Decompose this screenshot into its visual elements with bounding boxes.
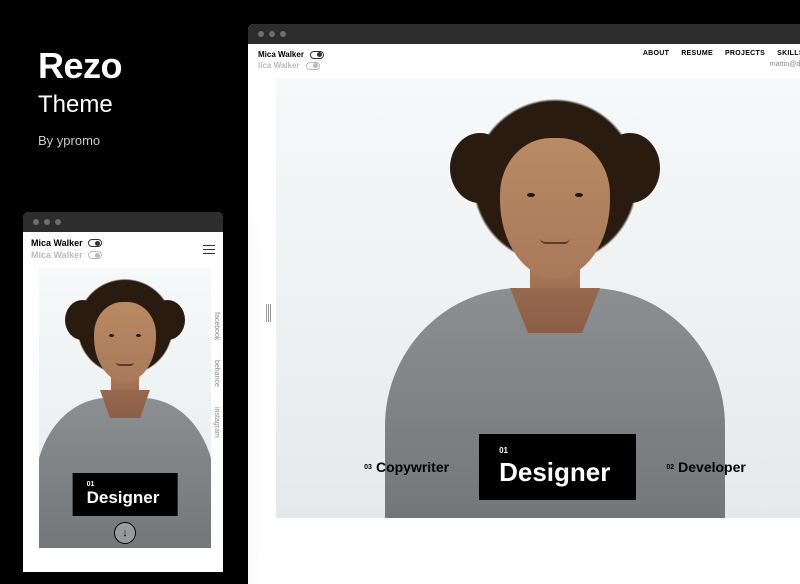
desktop-preview-window: Mica Walker lica Walker ABOUT RESUME PRO… <box>248 24 800 584</box>
social-facebook[interactable]: facebook <box>213 312 220 340</box>
window-titlebar <box>248 24 800 44</box>
theme-toggle-icon[interactable] <box>310 51 324 59</box>
arrow-down-icon: ↓ <box>122 527 128 539</box>
brand-name-echo: Mica Walker <box>31 250 83 260</box>
product-name: Rezo <box>38 45 122 87</box>
brand-name-echo: lica Walker <box>258 61 300 70</box>
product-subtitle: Theme <box>38 91 122 119</box>
brand-row[interactable]: Mica Walker <box>258 50 324 59</box>
role-number: 01 <box>87 481 160 488</box>
theme-toggle-icon[interactable] <box>88 239 102 247</box>
roles-row: 03 Copywriter 01 Designer 02 Developer <box>276 434 800 500</box>
theme-toggle-icon <box>88 251 102 259</box>
brand-row-echo: Mica Walker <box>31 250 102 260</box>
role-label: Designer <box>499 457 610 487</box>
product-title-block: Rezo Theme By ypromo <box>38 45 122 148</box>
role-number: 02 <box>666 464 674 471</box>
role-designer[interactable]: 01 Designer <box>73 473 178 516</box>
brand-row-echo: lica Walker <box>258 61 324 70</box>
role-label: Copywriter <box>376 459 449 475</box>
hero-section: 03 Copywriter 01 Designer 02 Developer <box>276 78 800 518</box>
main-nav: ABOUT RESUME PROJECTS SKILLS NEWS <box>643 50 800 57</box>
role-developer[interactable]: 02 Developer <box>666 459 746 475</box>
brand-name: Mica Walker <box>31 238 83 248</box>
window-titlebar <box>23 212 223 232</box>
traffic-light-dot <box>44 219 50 225</box>
role-number: 03 <box>364 464 372 471</box>
mobile-preview-window: Mica Walker Mica Walker 01 Designer ↓ <box>23 212 223 572</box>
drag-handle-icon[interactable] <box>266 304 272 322</box>
mobile-header: Mica Walker Mica Walker <box>23 232 223 260</box>
traffic-light-dot <box>269 31 275 37</box>
role-copywriter[interactable]: 03 Copywriter <box>364 459 449 475</box>
contact-email[interactable]: martin@designer.com <box>643 61 800 68</box>
theme-toggle-icon <box>306 62 320 70</box>
brand-row[interactable]: Mica Walker <box>31 238 102 248</box>
nav-projects[interactable]: PROJECTS <box>725 50 765 57</box>
product-byline: By ypromo <box>38 133 122 148</box>
traffic-light-dot <box>280 31 286 37</box>
role-label: Developer <box>678 459 746 475</box>
traffic-light-dot <box>33 219 39 225</box>
header-right: ABOUT RESUME PROJECTS SKILLS NEWS martin… <box>643 50 800 68</box>
role-designer[interactable]: 01 Designer <box>479 434 636 500</box>
role-number: 01 <box>499 446 610 455</box>
hero-section: 01 Designer ↓ <box>39 268 211 548</box>
brand-block: Mica Walker Mica Walker <box>31 238 102 260</box>
social-links: facebook behance instagram <box>213 312 220 438</box>
social-instagram[interactable]: instagram <box>213 407 220 438</box>
scroll-down-button[interactable]: ↓ <box>114 522 136 544</box>
social-behance[interactable]: behance <box>213 360 220 387</box>
traffic-light-dot <box>258 31 264 37</box>
brand-name: Mica Walker <box>258 50 304 59</box>
nav-resume[interactable]: RESUME <box>681 50 713 57</box>
role-label: Designer <box>87 488 160 507</box>
site-header: Mica Walker lica Walker ABOUT RESUME PRO… <box>248 44 800 70</box>
traffic-light-dot <box>55 219 61 225</box>
brand-block: Mica Walker lica Walker <box>258 50 324 70</box>
nav-about[interactable]: ABOUT <box>643 50 669 57</box>
nav-skills[interactable]: SKILLS <box>777 50 800 57</box>
hamburger-menu-icon[interactable] <box>203 245 215 254</box>
